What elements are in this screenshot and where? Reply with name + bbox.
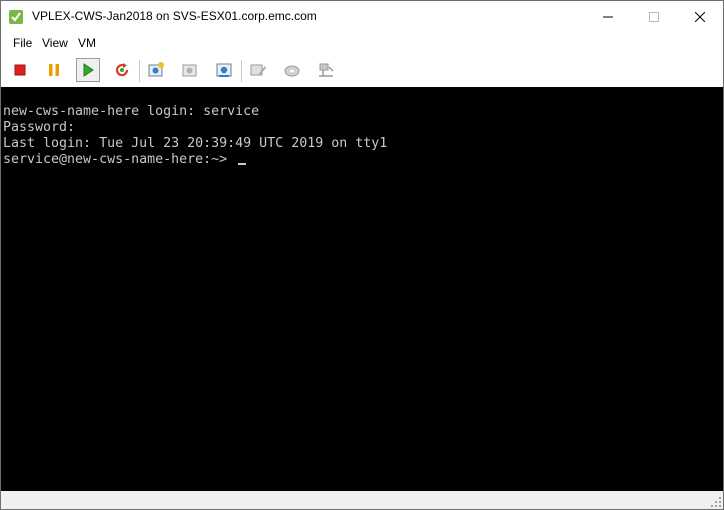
console-line: Password: bbox=[3, 120, 76, 135]
window-title: VPLEX-CWS-Jan2018 on SVS-ESX01.corp.emc.… bbox=[32, 9, 317, 23]
title-bar[interactable]: VPLEX-CWS-Jan2018 on SVS-ESX01.corp.emc.… bbox=[1, 1, 723, 32]
network-adapter-icon bbox=[319, 63, 334, 77]
minimize-button[interactable] bbox=[585, 1, 631, 32]
close-button[interactable] bbox=[677, 1, 723, 32]
console-prompt-line: service@new-cws-name-here:~> bbox=[3, 152, 247, 168]
maximize-icon bbox=[649, 11, 659, 22]
edit-settings-icon bbox=[250, 64, 266, 76]
close-icon bbox=[695, 11, 705, 22]
menu-view[interactable]: View bbox=[42, 36, 68, 50]
network-adapter-button[interactable] bbox=[314, 58, 338, 82]
snapshot-take-icon bbox=[148, 62, 164, 77]
resize-grip-icon[interactable] bbox=[711, 497, 721, 507]
status-bar bbox=[1, 491, 723, 509]
power-on-icon bbox=[83, 63, 94, 77]
cd-dvd-icon bbox=[284, 65, 300, 77]
power-off-icon bbox=[14, 64, 26, 76]
reset-icon bbox=[115, 63, 129, 77]
toolbar-separator bbox=[241, 60, 242, 82]
edit-settings-button[interactable] bbox=[246, 58, 270, 82]
vsphere-client-icon bbox=[9, 10, 23, 24]
vm-console-window: VPLEX-CWS-Jan2018 on SVS-ESX01.corp.emc.… bbox=[0, 0, 724, 510]
suspend-icon bbox=[49, 64, 59, 76]
snapshot-manager-button[interactable] bbox=[212, 58, 236, 82]
power-on-button[interactable] bbox=[76, 58, 100, 82]
cd-dvd-button[interactable] bbox=[280, 58, 304, 82]
power-off-button[interactable] bbox=[8, 58, 32, 82]
console-line: new-cws-name-here login: service bbox=[3, 104, 260, 119]
toolbar bbox=[1, 54, 723, 87]
snapshot-manager-icon bbox=[216, 63, 232, 77]
maximize-button[interactable] bbox=[631, 1, 677, 32]
console-line: Last login: Tue Jul 23 20:39:49 UTC 2019… bbox=[3, 136, 388, 151]
menu-vm[interactable]: VM bbox=[78, 36, 96, 50]
menu-file[interactable]: File bbox=[13, 36, 32, 50]
toolbar-separator bbox=[139, 60, 140, 82]
console-prompt: service@new-cws-name-here:~> bbox=[3, 152, 236, 167]
snapshot-revert-icon bbox=[182, 64, 197, 77]
reset-button[interactable] bbox=[110, 58, 134, 82]
revert-snapshot-button[interactable] bbox=[178, 58, 202, 82]
menu-bar: File View VM bbox=[1, 32, 723, 54]
minimize-icon bbox=[603, 16, 613, 17]
text-cursor bbox=[238, 163, 247, 165]
vm-console-screen[interactable]: new-cws-name-here login: service Passwor… bbox=[1, 87, 723, 491]
take-snapshot-button[interactable] bbox=[144, 58, 168, 82]
suspend-button[interactable] bbox=[42, 58, 66, 82]
